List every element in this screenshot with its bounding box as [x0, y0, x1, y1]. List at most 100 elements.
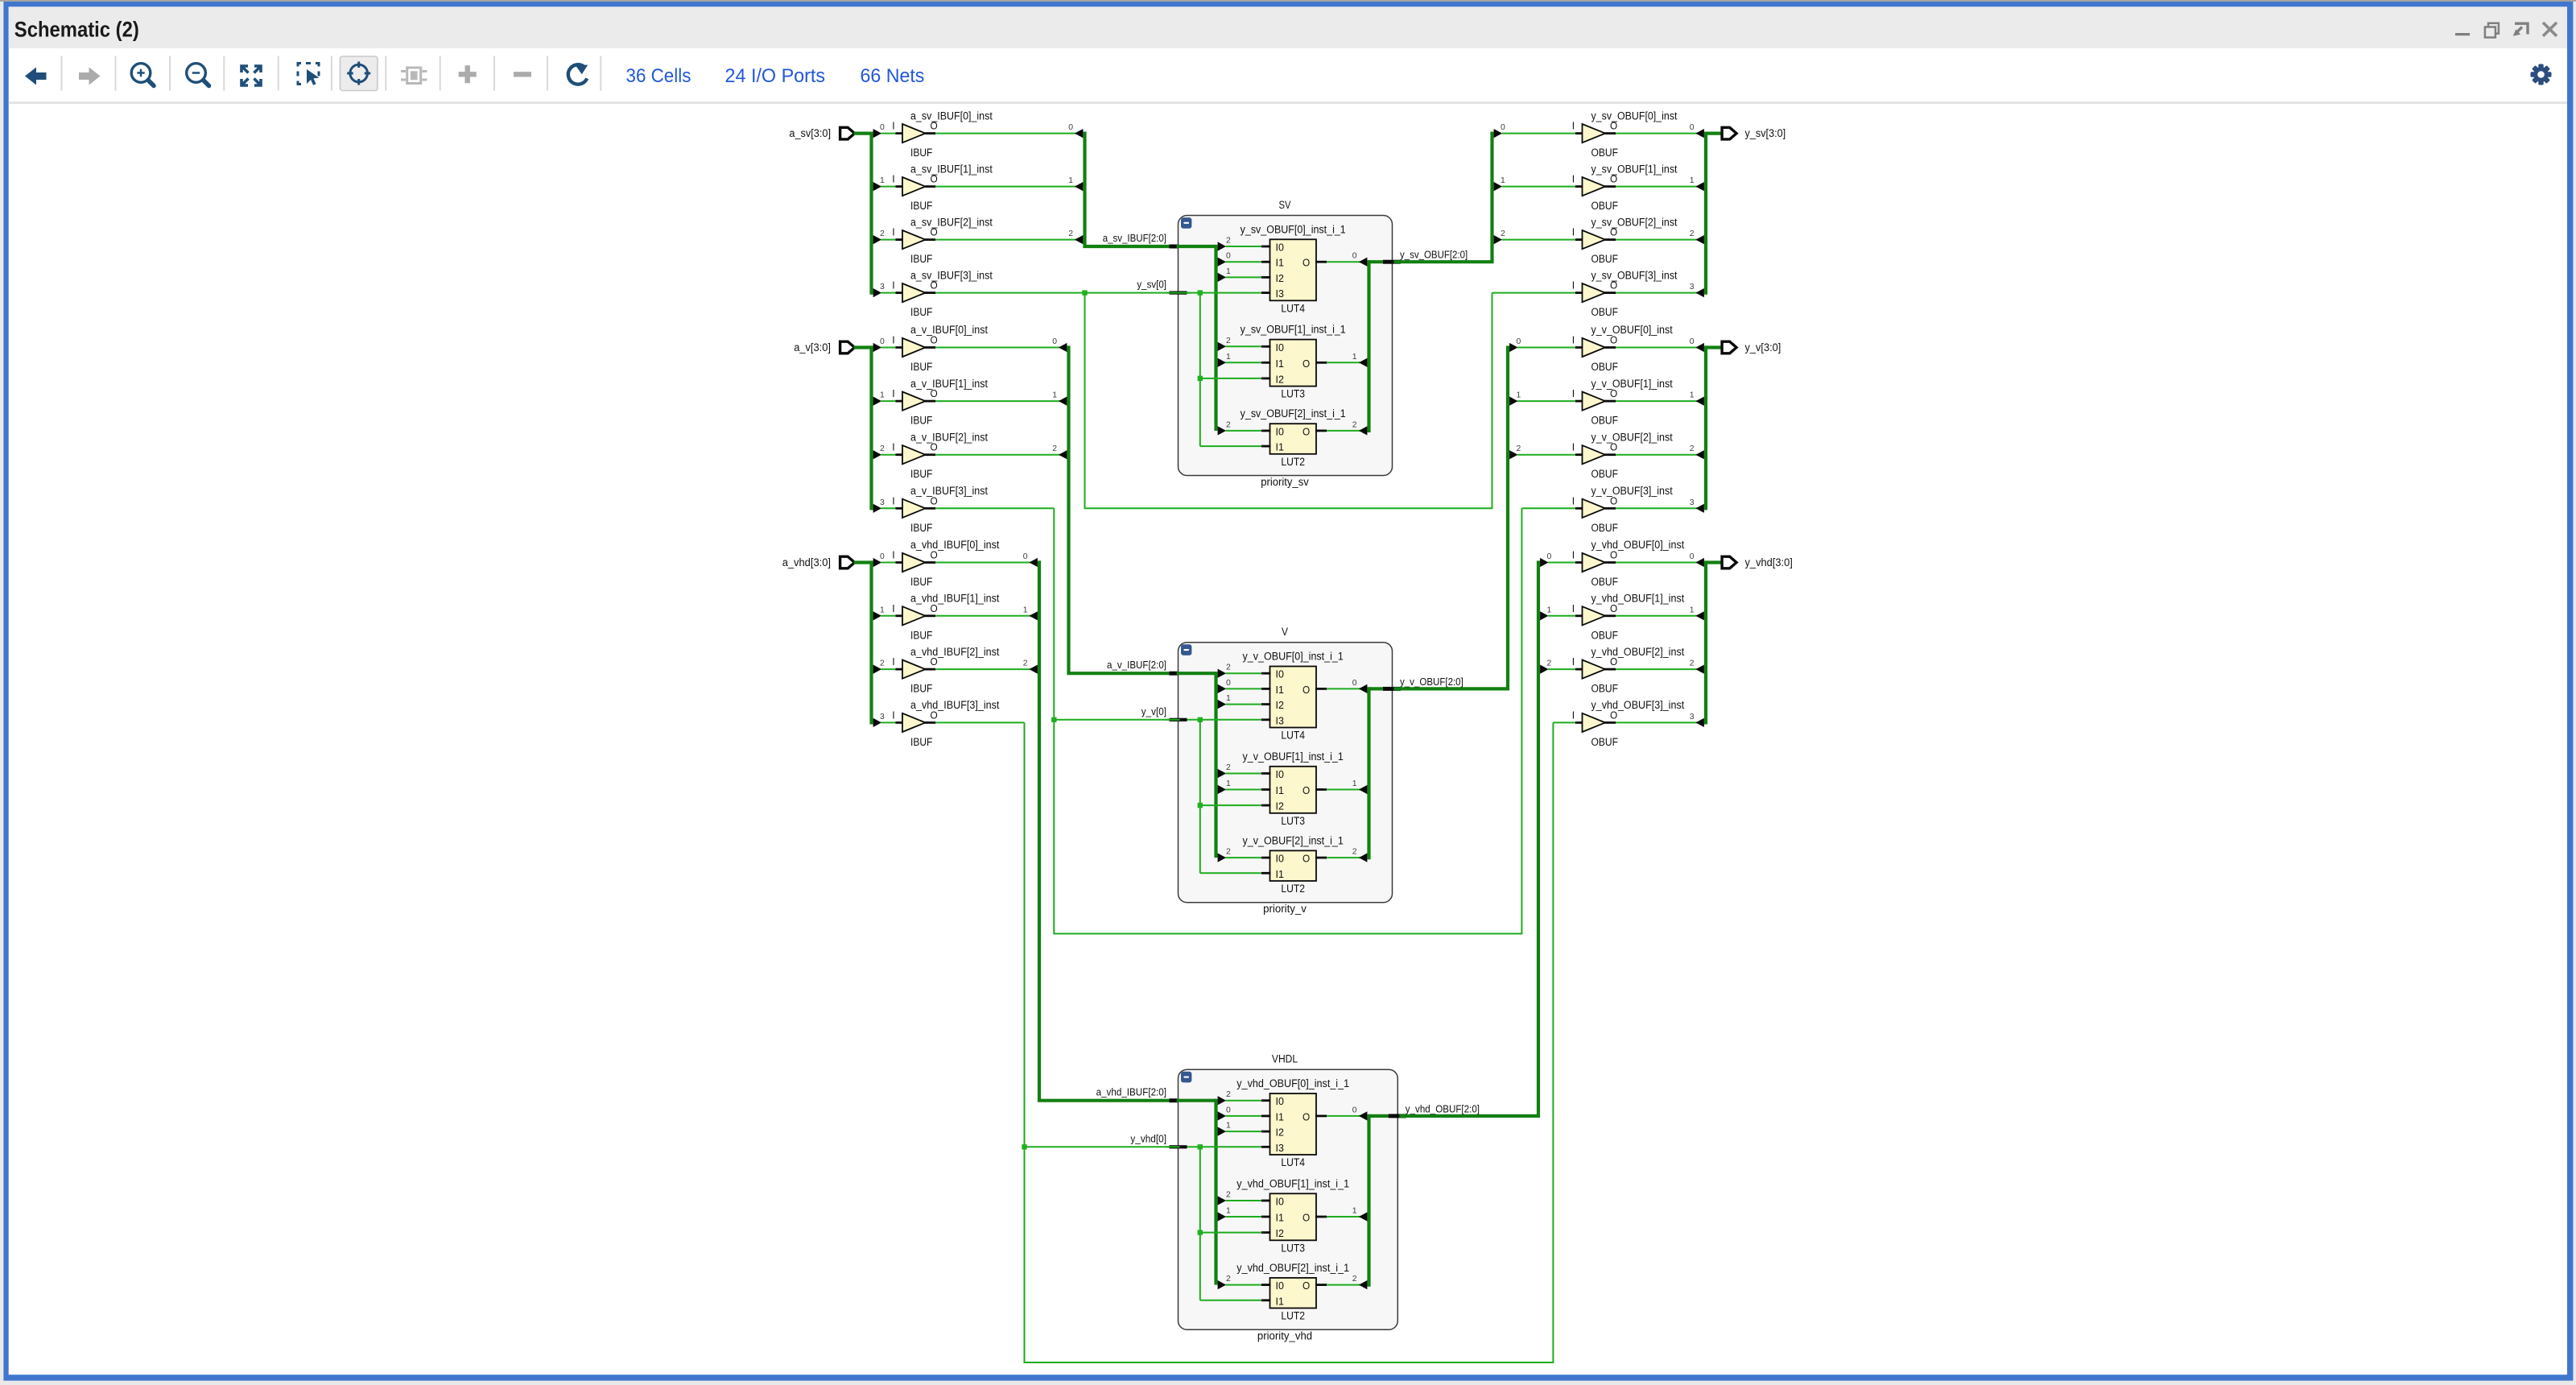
svg-text:1: 1 — [1352, 1206, 1357, 1216]
svg-text:I: I — [892, 335, 894, 346]
svg-text:2: 2 — [1226, 1274, 1231, 1284]
svg-text:1: 1 — [1352, 779, 1357, 788]
svg-text:I2: I2 — [1276, 801, 1284, 812]
svg-text:O: O — [1302, 358, 1310, 370]
svg-text:VHDL: VHDL — [1272, 1053, 1298, 1065]
svg-text:LUT2: LUT2 — [1281, 1310, 1305, 1322]
svg-text:24 I/O Ports: 24 I/O Ports — [725, 65, 826, 87]
svg-text:I: I — [892, 388, 894, 399]
svg-text:O: O — [1302, 426, 1310, 437]
svg-text:LUT4: LUT4 — [1281, 730, 1305, 742]
svg-text:a_v_IBUF[2:0]: a_v_IBUF[2:0] — [1107, 659, 1166, 671]
svg-text:I1: I1 — [1276, 684, 1284, 696]
svg-text:IBUF: IBUF — [910, 200, 932, 212]
svg-text:OBUF: OBUF — [1591, 522, 1619, 534]
svg-text:y_v_OBUF[2]_inst_i_1: y_v_OBUF[2]_inst_i_1 — [1243, 834, 1344, 846]
svg-text:y_vhd_OBUF[2:0]: y_vhd_OBUF[2:0] — [1406, 1103, 1480, 1114]
svg-text:priority_vhd: priority_vhd — [1257, 1330, 1312, 1342]
svg-text:y_sv_OBUF[1]_inst_i_1: y_sv_OBUF[1]_inst_i_1 — [1241, 324, 1346, 336]
svg-text:y_sv_OBUF[2]_inst_i_1: y_sv_OBUF[2]_inst_i_1 — [1241, 407, 1346, 420]
svg-text:I1: I1 — [1276, 785, 1284, 796]
svg-text:I1: I1 — [1276, 1296, 1284, 1307]
svg-text:IBUF: IBUF — [910, 683, 932, 695]
svg-text:2: 2 — [1501, 229, 1505, 238]
svg-text:O: O — [1610, 442, 1617, 453]
svg-text:I1: I1 — [1276, 1111, 1284, 1122]
svg-text:O: O — [1610, 174, 1617, 185]
svg-text:I: I — [892, 495, 894, 506]
svg-text:LUT4: LUT4 — [1281, 1156, 1305, 1168]
svg-text:a_sv[3:0]: a_sv[3:0] — [789, 127, 831, 139]
svg-text:y_v_OBUF[1]_inst_i_1: y_v_OBUF[1]_inst_i_1 — [1243, 750, 1344, 763]
svg-text:OBUF: OBUF — [1591, 253, 1619, 265]
svg-text:1: 1 — [1547, 605, 1552, 614]
svg-text:0: 0 — [1352, 251, 1357, 261]
svg-text:I3: I3 — [1276, 1143, 1284, 1154]
svg-text:y_sv_OBUF[2:0]: y_sv_OBUF[2:0] — [1400, 250, 1468, 261]
svg-text:36 Cells: 36 Cells — [626, 65, 691, 87]
svg-text:1: 1 — [1690, 391, 1695, 400]
svg-text:O: O — [1610, 388, 1617, 399]
svg-text:y_sv_OBUF[2]_inst: y_sv_OBUF[2]_inst — [1591, 216, 1678, 228]
svg-text:0: 0 — [880, 552, 885, 561]
svg-text:1: 1 — [1517, 391, 1521, 400]
svg-text:1: 1 — [880, 391, 885, 400]
svg-text:I0: I0 — [1276, 342, 1284, 353]
svg-text:O: O — [1610, 709, 1617, 721]
svg-text:1: 1 — [880, 605, 885, 614]
svg-text:O: O — [931, 603, 938, 614]
svg-text:OBUF: OBUF — [1591, 306, 1619, 318]
svg-text:I1: I1 — [1276, 258, 1284, 269]
svg-text:y_v_OBUF[0]_inst_i_1: y_v_OBUF[0]_inst_i_1 — [1243, 651, 1344, 663]
svg-text:y_vhd[3:0]: y_vhd[3:0] — [1745, 556, 1793, 568]
svg-text:3: 3 — [880, 282, 885, 291]
svg-text:0: 0 — [1690, 552, 1695, 561]
svg-text:OBUF: OBUF — [1591, 147, 1619, 159]
svg-text:I: I — [1572, 550, 1575, 561]
svg-text:1: 1 — [1690, 605, 1695, 614]
svg-text:O: O — [931, 709, 938, 721]
svg-text:y_sv[0]: y_sv[0] — [1137, 279, 1166, 291]
svg-text:LUT2: LUT2 — [1281, 883, 1305, 895]
svg-text:IBUF: IBUF — [910, 736, 932, 748]
svg-text:I: I — [892, 550, 894, 561]
svg-text:I1: I1 — [1276, 358, 1284, 370]
svg-text:a_vhd_IBUF[2]_inst: a_vhd_IBUF[2]_inst — [910, 646, 1000, 658]
svg-text:IBUF: IBUF — [910, 415, 932, 427]
svg-text:I0: I0 — [1276, 854, 1284, 865]
svg-text:0: 0 — [1226, 251, 1231, 261]
svg-text:a_vhd_IBUF[2:0]: a_vhd_IBUF[2:0] — [1096, 1087, 1166, 1098]
svg-text:a_vhd_IBUF[0]_inst: a_vhd_IBUF[0]_inst — [910, 539, 1000, 551]
svg-text:0: 0 — [880, 337, 885, 346]
svg-text:OBUF: OBUF — [1591, 576, 1619, 588]
svg-text:1: 1 — [1226, 267, 1231, 276]
svg-text:OBUF: OBUF — [1591, 629, 1619, 641]
svg-text:2: 2 — [1352, 420, 1357, 429]
svg-text:OBUF: OBUF — [1591, 415, 1619, 427]
svg-text:I2: I2 — [1276, 1127, 1284, 1139]
svg-text:IBUF: IBUF — [910, 306, 932, 318]
svg-text:I: I — [892, 709, 894, 721]
svg-text:0: 0 — [1690, 122, 1695, 132]
svg-text:V: V — [1282, 626, 1288, 638]
svg-text:O: O — [1302, 1280, 1310, 1292]
svg-text:1: 1 — [1690, 176, 1695, 185]
svg-text:I1: I1 — [1276, 869, 1284, 880]
svg-text:y_vhd_OBUF[2]_inst: y_vhd_OBUF[2]_inst — [1591, 646, 1685, 658]
svg-text:I: I — [1572, 280, 1575, 291]
svg-text:0: 0 — [1352, 678, 1357, 688]
svg-text:OBUF: OBUF — [1591, 200, 1619, 212]
svg-text:OBUF: OBUF — [1591, 736, 1619, 748]
svg-text:0: 0 — [1068, 122, 1073, 132]
svg-text:2: 2 — [1068, 229, 1073, 238]
svg-text:O: O — [1610, 495, 1617, 506]
svg-text:O: O — [931, 121, 938, 132]
svg-text:0: 0 — [1547, 552, 1552, 561]
svg-text:0: 0 — [1226, 1105, 1231, 1114]
svg-text:0: 0 — [1501, 122, 1505, 132]
svg-text:y_v_OBUF[3]_inst: y_v_OBUF[3]_inst — [1591, 485, 1673, 497]
svg-text:0: 0 — [880, 122, 885, 132]
svg-text:a_v_IBUF[2]_inst: a_v_IBUF[2]_inst — [910, 431, 988, 443]
svg-text:I: I — [1572, 388, 1575, 399]
svg-text:O: O — [931, 335, 938, 346]
